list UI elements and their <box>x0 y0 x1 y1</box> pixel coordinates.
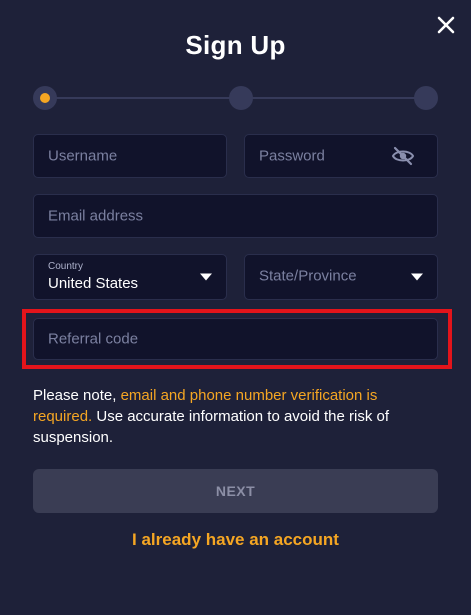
state-select[interactable]: State/Province <box>244 254 438 300</box>
password-input[interactable]: Password <box>244 134 438 178</box>
step-1-dot <box>33 86 57 110</box>
next-button[interactable]: NEXT <box>33 469 438 513</box>
referral-placeholder: Referral code <box>48 330 139 348</box>
eye-slash-icon[interactable] <box>391 146 415 166</box>
existing-account-link[interactable]: I already have an account <box>0 530 471 550</box>
password-placeholder: Password <box>259 147 325 165</box>
state-placeholder: State/Province <box>259 267 357 285</box>
notice-prefix: Please note, <box>33 387 121 404</box>
username-input[interactable]: Username <box>33 134 227 178</box>
country-select[interactable]: Country United States <box>33 254 227 300</box>
dialog-title: Sign Up <box>185 30 286 60</box>
step-2-dot <box>229 86 253 110</box>
email-input[interactable]: Email address <box>33 194 438 238</box>
email-placeholder: Email address <box>48 207 144 225</box>
country-label: Country <box>48 261 84 272</box>
caret-down-icon <box>200 273 212 281</box>
referral-code-input[interactable]: Referral code <box>33 318 438 360</box>
verification-notice: Please note, email and phone number veri… <box>33 385 438 448</box>
country-value: United States <box>48 275 139 292</box>
username-placeholder: Username <box>48 147 118 165</box>
step-3-dot <box>414 86 438 110</box>
signup-dialog: Sign Up Username Password Email address … <box>0 0 471 615</box>
caret-down-icon <box>411 273 423 281</box>
progress-stepper <box>33 86 438 110</box>
